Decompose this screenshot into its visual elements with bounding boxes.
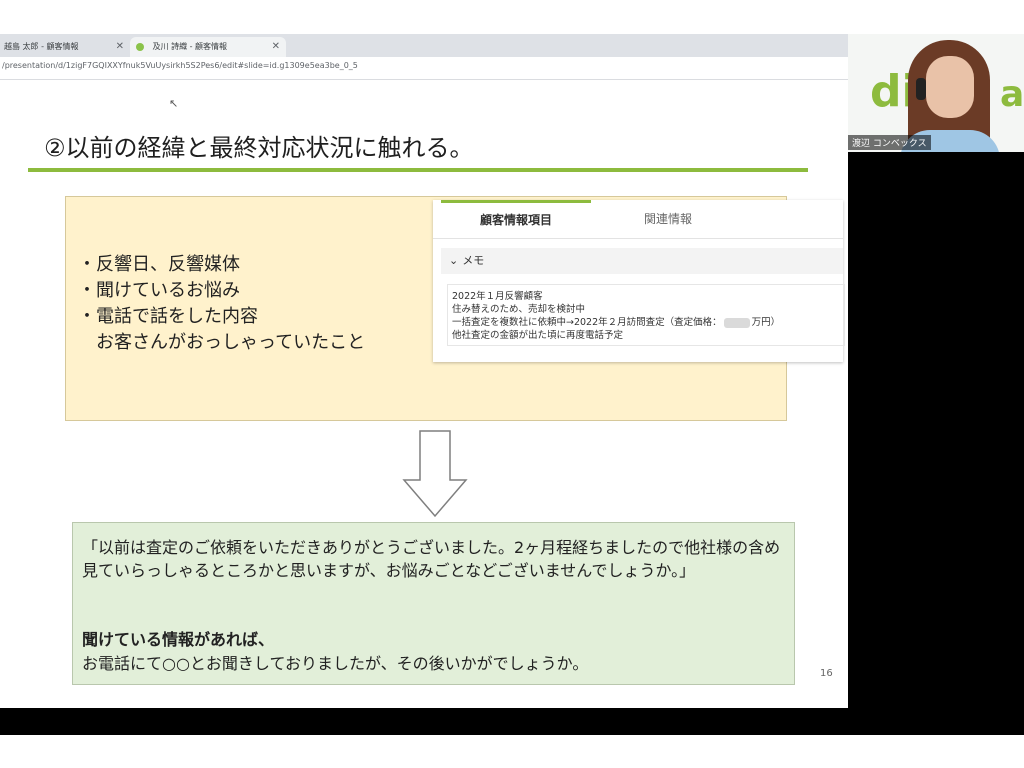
headset-icon [916, 78, 926, 100]
memo-section-header[interactable]: ⌄ メモ [441, 248, 843, 274]
script-subtext: お電話にて○○とお聞きしておりましたが、その後いかがでしょうか。 [82, 654, 589, 673]
chevron-down-icon: ⌄ [449, 254, 459, 267]
memo-line-text: 一括査定を複数社に依頼中→2022年２月訪問査定（査定価格： [452, 317, 722, 328]
participant-face [926, 56, 974, 118]
memo-line: 2022年１月反響顧客 [452, 291, 543, 302]
memo-line: 他社査定の金額が出た頃に再度電話予定 [452, 330, 624, 341]
down-arrow-icon [402, 430, 468, 518]
memo-line-suffix: 万円） [751, 317, 781, 328]
slide-title: ②以前の経緯と最終対応状況に触れる。 [44, 134, 474, 162]
url-text: /presentation/d/1zigF7GQIXXYfnuk5VuUysir… [2, 61, 358, 70]
memo-line-appraisal: 一括査定を複数社に依頼中→2022年２月訪問査定（査定価格： 万円） [448, 316, 844, 329]
crm-tab-bar: 顧客情報項目 関連情報 [433, 200, 843, 239]
redacted-value [723, 317, 750, 328]
browser-tab-bar: 越島 太郎 - 顧客情報 ✕ 及川 詩織 - 顧客情報 ✕ + [0, 34, 848, 85]
close-icon[interactable]: ✕ [116, 37, 124, 57]
browser-tab[interactable]: 越島 太郎 - 顧客情報 ✕ [0, 37, 130, 57]
bullet-item: お客さんがおっしゃっていたこと [78, 332, 366, 353]
bullet-list: ・反響日、反響媒体 ・聞けているお悩み ・電話で話をした内容 お客さんがおっしゃ… [78, 252, 365, 356]
title-underline [28, 168, 808, 172]
mouse-cursor-icon: ↖ [169, 97, 179, 110]
address-bar[interactable]: /presentation/d/1zigF7GQIXXYfnuk5VuUysir… [0, 57, 848, 80]
tab-customer-info[interactable]: 顧客情報項目 [441, 200, 591, 238]
favicon-icon [136, 42, 144, 51]
memo-line: 住み替えのため、売却を検討中 [452, 304, 586, 315]
browser-tab-active[interactable]: 及川 詩織 - 顧客情報 ✕ [130, 37, 286, 57]
memo-body: 2022年１月反響顧客 住み替えのため、売却を検討中 一括査定を複数社に依頼中→… [447, 284, 845, 346]
webcam-video-tile[interactable]: di a 渡辺 コンベックス [848, 34, 1024, 152]
tab-label: 及川 詩織 - 顧客情報 [152, 42, 228, 51]
presentation-slide: ↖ ②以前の経緯と最終対応状況に触れる。 ・反響日、反響媒体 ・聞けているお悩み… [0, 80, 848, 708]
slide-page-number: 16 [820, 668, 833, 679]
crm-screenshot-panel: 顧客情報項目 関連情報 ⌄ メモ 2022年１月反響顧客 住み替えのため、売却を検… [433, 200, 845, 362]
close-icon[interactable]: ✕ [272, 37, 280, 57]
bullet-item: ・反響日、反響媒体 [78, 254, 240, 275]
tab-label: 越島 太郎 - 顧客情報 [4, 42, 79, 51]
participant-name: 渡辺 コンベックス [848, 135, 931, 150]
brand-logo-fragment: a [1000, 74, 1024, 115]
bullet-item: ・聞けているお悩み [78, 280, 240, 301]
script-quote: 「以前は査定のご依頼をいただきありがとうございました。2ヶ月程経ちましたので他社… [82, 538, 781, 580]
bullet-item: ・電話で話をした内容 [78, 306, 258, 327]
tab-related-info[interactable]: 関連情報 [593, 200, 743, 238]
memo-label: メモ [462, 254, 485, 267]
script-subhead: 聞けている情報があれば、 [82, 630, 275, 649]
